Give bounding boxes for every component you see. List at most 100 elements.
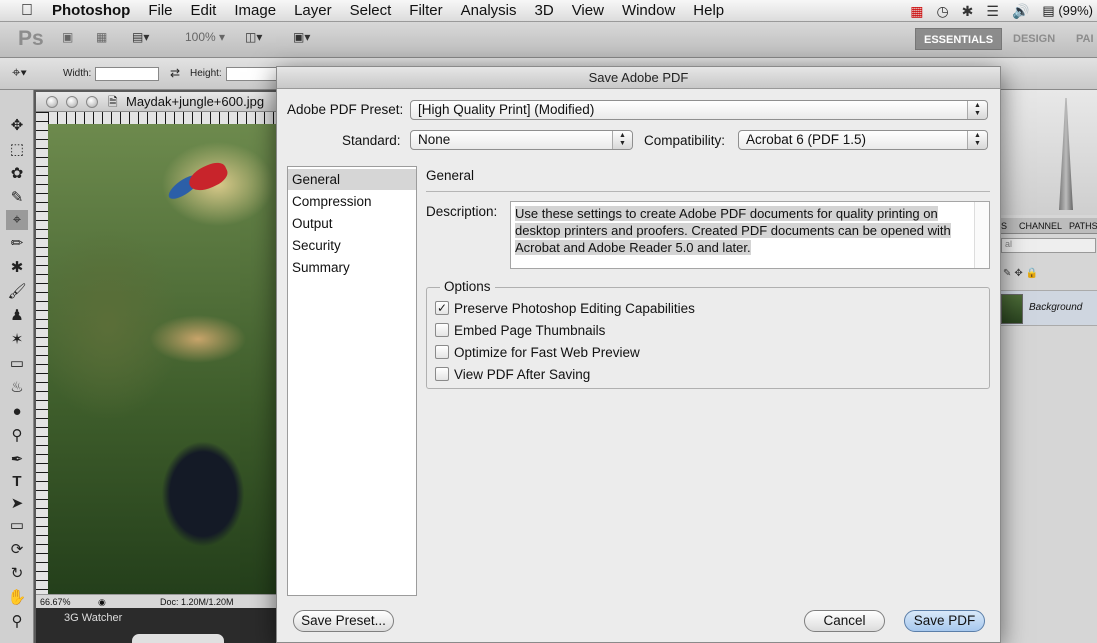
dodge-tool-icon[interactable]: ⚲ [6,426,28,446]
section-summary[interactable]: Summary [288,257,416,278]
paint-bucket-tool-icon[interactable]: ♨ [6,378,28,398]
document-zoom-value[interactable]: 66.67% [40,595,71,609]
menu-layer[interactable]: Layer [294,2,332,19]
pen-tool-icon[interactable]: ✒ [6,450,28,470]
time-machine-icon[interactable]: ◷ [936,3,948,20]
lock-all-icon[interactable]: 🔒 [1026,268,1041,279]
adobe-cs-live-icon[interactable]: ▦ [910,3,923,20]
clone-stamp-tool-icon[interactable]: ♟ [6,306,28,326]
menu-window[interactable]: Window [622,2,675,19]
standard-popup[interactable]: None ▲ ▼ [410,130,633,150]
bridge-icon[interactable]: ▣ [62,30,73,50]
zoom-level-select[interactable]: 100% ▾ [185,30,225,50]
healing-brush-tool-icon[interactable]: ✱ [6,258,28,278]
view-extras-icon[interactable]: ▤▾ [132,30,149,50]
menu-3d[interactable]: 3D [535,2,554,19]
zoom-window-icon[interactable] [86,96,98,108]
zoom-tool-icon[interactable]: ⚲ [6,612,28,632]
horizontal-ruler[interactable] [48,112,278,124]
blend-mode-select[interactable]: al [1001,238,1096,253]
layer-row-background[interactable]: Background [999,290,1097,326]
zoom-level-value: 100% [185,30,216,44]
tools-panel: ✥ ⬚ ✿ ✎ ⌖ ✏ ✱ 🖌 ♟ ✶ ▭ ♨ ● ⚲ ✒ T ➤ ▭ ⟳ ↻ … [0,90,34,643]
menu-view[interactable]: View [572,2,604,19]
option-preserve-editing[interactable]: ✓ Preserve Photoshop Editing Capabilitie… [435,299,695,317]
preset-popup[interactable]: [High Quality Print] (Modified) ▲ ▼ [410,100,988,120]
eyedropper-tool-icon[interactable]: ✏ [6,234,28,254]
status-menu-icon[interactable]: ◉ [98,595,106,609]
compatibility-value: Acrobat 6 (PDF 1.5) [746,132,867,147]
menu-edit[interactable]: Edit [191,2,217,19]
option-view-after-saving[interactable]: View PDF After Saving [435,365,590,383]
section-compression[interactable]: Compression [288,191,416,212]
eraser-tool-icon[interactable]: ▭ [6,354,28,374]
hand-tool-icon[interactable]: ✋ [6,588,28,608]
embed-thumbnails-checkbox[interactable] [435,323,449,337]
section-general[interactable]: General [288,169,416,190]
minimize-window-icon[interactable] [66,96,78,108]
apple-menu-icon[interactable]:  [12,2,42,20]
option-fast-web-preview[interactable]: Optimize for Fast Web Preview [435,343,640,361]
menu-help[interactable]: Help [693,2,724,19]
description-scrollbar[interactable] [974,202,989,268]
tab-layers[interactable]: S [1001,218,1007,234]
mini-bridge-icon[interactable]: ▦ [96,30,107,50]
document-canvas[interactable] [48,124,278,594]
quick-selection-tool-icon[interactable]: ✎ [6,188,28,208]
crop-tool-preset-icon[interactable]: ⌖▾ [12,64,27,81]
lock-position-icon[interactable]: ✥ [1014,268,1025,279]
type-tool-icon[interactable]: T [6,472,28,492]
marquee-tool-icon[interactable]: ⬚ [6,140,28,160]
blur-tool-icon[interactable]: ● [6,402,28,422]
menu-image[interactable]: Image [234,2,276,19]
height-field[interactable] [226,67,278,81]
menu-filter[interactable]: Filter [409,2,442,19]
fast-web-preview-checkbox[interactable] [435,345,449,359]
3d-rotate-tool-icon[interactable]: ⟳ [6,540,28,560]
lock-pixels-icon[interactable]: ✎ [1003,268,1014,279]
menu-file[interactable]: File [148,2,172,19]
compatibility-label: Compatibility: [644,133,726,148]
wifi-icon[interactable]: ☰ [986,3,999,20]
vertical-ruler[interactable] [36,112,48,594]
save-pdf-button[interactable]: Save PDF [904,610,985,632]
close-window-icon[interactable] [46,96,58,108]
workspace-essentials[interactable]: ESSENTIALS [915,28,1003,50]
tab-channels[interactable]: CHANNEL [1019,218,1062,234]
path-selection-tool-icon[interactable]: ➤ [6,494,28,514]
blend-mode-value: al [1005,239,1013,249]
menu-app-photoshop[interactable]: Photoshop [52,2,130,19]
document-proxy-icon[interactable]: 🗎 [108,92,118,111]
save-preset-button[interactable]: Save Preset... [293,610,394,632]
workspace-painting[interactable]: PAI [1068,28,1097,50]
section-output[interactable]: Output [288,213,416,234]
screen-mode-icon[interactable]: ▣▾ [293,30,310,50]
volume-icon[interactable]: 🔊 [1012,3,1029,20]
view-after-saving-checkbox[interactable] [435,367,449,381]
bluetooth-icon[interactable]: ✱ [962,3,974,20]
arrange-documents-icon[interactable]: ◫▾ [245,30,262,50]
3d-orbit-tool-icon[interactable]: ↻ [6,564,28,584]
swap-dimensions-icon[interactable]: ⇄ [170,66,180,80]
history-brush-tool-icon[interactable]: ✶ [6,330,28,350]
width-field[interactable] [95,67,159,81]
move-tool-icon[interactable]: ✥ [6,116,28,136]
brush-tool-icon[interactable]: 🖌 [6,282,28,302]
document-title-bar[interactable]: 🗎 Maydak+jungle+600.jpg [36,92,278,112]
description-textarea[interactable]: Use these settings to create Adobe PDF d… [510,201,990,269]
cancel-button[interactable]: Cancel [804,610,885,632]
navigator-preview[interactable] [999,90,1097,215]
tab-paths[interactable]: PATHS [1069,218,1097,234]
workspace-design[interactable]: DESIGN [1005,28,1063,50]
menu-analysis[interactable]: Analysis [461,2,517,19]
preserve-editing-checkbox[interactable]: ✓ [435,301,449,315]
battery-indicator[interactable]: ▤ (99%) [1042,3,1093,19]
shape-tool-icon[interactable]: ▭ [6,516,28,536]
section-security[interactable]: Security [288,235,416,256]
menu-select[interactable]: Select [350,2,392,19]
lasso-tool-icon[interactable]: ✿ [6,164,28,184]
option-embed-thumbnails[interactable]: Embed Page Thumbnails [435,321,605,339]
compatibility-popup[interactable]: Acrobat 6 (PDF 1.5) ▲ ▼ [738,130,988,150]
disconnect-button[interactable] [132,634,224,643]
crop-tool-icon[interactable]: ⌖ [6,210,28,230]
